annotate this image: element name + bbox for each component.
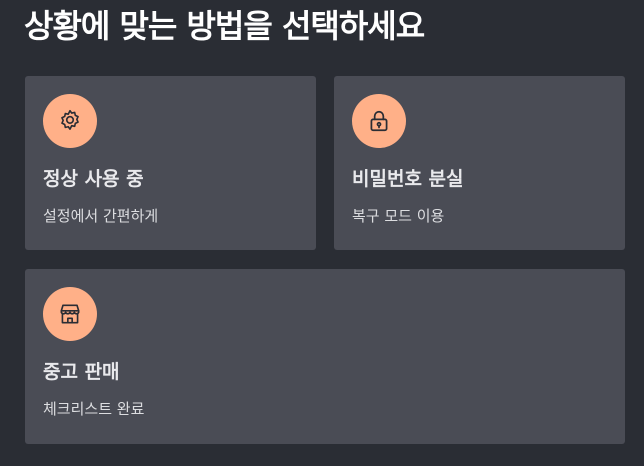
option-subtitle: 복구 모드 이용 (352, 207, 445, 225)
lock-icon (352, 94, 406, 148)
gear-icon (43, 94, 97, 148)
page: 상황에 맞는 방법을 선택하세요 정상 사용 중 설정에서 간편하게 비밀번호 … (0, 0, 644, 466)
option-card-normal-use[interactable]: 정상 사용 중 설정에서 간편하게 (25, 76, 316, 250)
option-title: 중고 판매 (43, 361, 120, 383)
option-title: 비밀번호 분실 (352, 168, 464, 190)
option-card-password-lost[interactable]: 비밀번호 분실 복구 모드 이용 (334, 76, 625, 250)
option-subtitle: 체크리스트 완료 (43, 400, 145, 418)
page-title: 상황에 맞는 방법을 선택하세요 (24, 7, 425, 45)
option-subtitle: 설정에서 간편하게 (43, 207, 159, 225)
store-icon (43, 287, 97, 341)
option-title: 정상 사용 중 (43, 168, 144, 190)
option-card-resale[interactable]: 중고 판매 체크리스트 완료 (25, 269, 625, 444)
